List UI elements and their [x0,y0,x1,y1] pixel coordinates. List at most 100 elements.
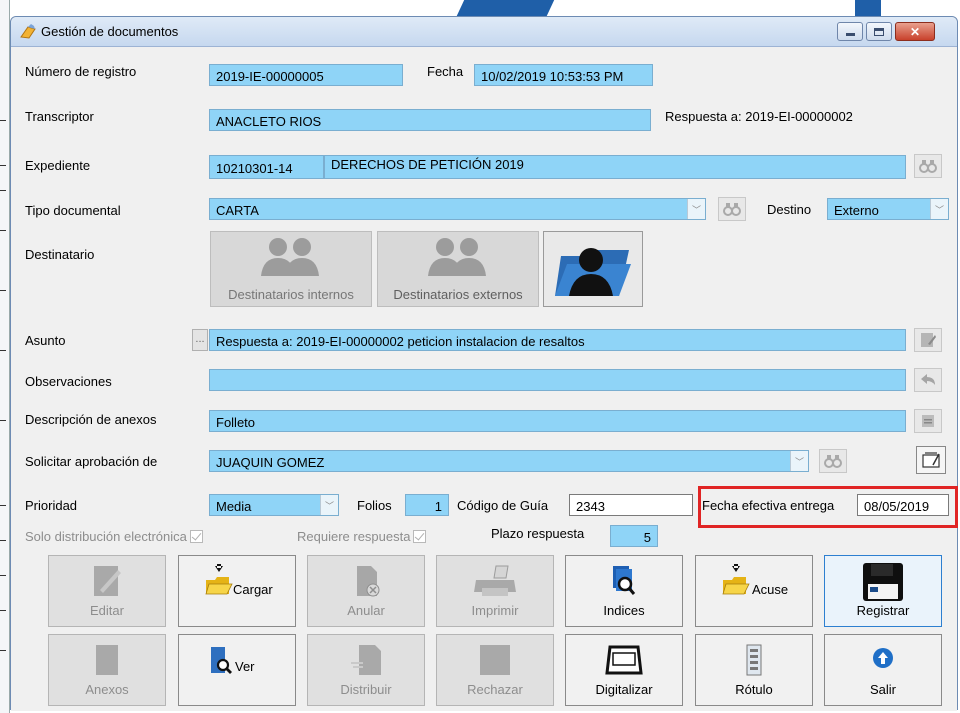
destinatarios-externos-button[interactable]: Destinatarios externos [377,231,539,307]
editar-label: Editar [90,603,124,618]
tipo-documental-search-button[interactable] [718,197,746,221]
binoculars-icon [824,455,842,468]
distribuir-button[interactable]: Distribuir [307,634,425,706]
prioridad-label: Prioridad [25,498,78,513]
void-document-icon [357,566,380,597]
users-icon [261,238,319,276]
close-icon: ✕ [909,24,921,39]
destinatarios-internos-label: Destinatarios internos [228,287,354,302]
rotulo-label: Rótulo [735,682,773,697]
highlight-box [698,486,958,528]
editar-button[interactable]: Editar [48,555,166,627]
form-content: Número de registro 2019-IE-00000005 Fech… [11,48,958,711]
transcriptor-field[interactable]: ANACLETO RIOS [209,109,651,131]
chevron-down-icon[interactable]: ﹀ [687,199,705,219]
solicitar-aprobacion-value: JUAQUIN GOMEZ [216,455,325,470]
attachments-icon [96,645,118,675]
chevron-down-icon[interactable]: ﹀ [930,199,948,219]
requiere-respuesta-checkbox[interactable]: Requiere respuesta [297,529,427,544]
undo-arrow-icon [921,374,935,385]
expediente-name-field[interactable]: DERECHOS DE PETICIÓN 2019 [324,155,906,179]
scanner-icon [605,645,643,675]
destino-label: Destino [767,202,812,217]
expediente-label: Expediente [25,158,91,173]
exit-info-icon [873,648,893,668]
observaciones-field[interactable] [209,369,906,391]
numero-registro-field[interactable]: 2019-IE-00000005 [209,64,403,86]
imprimir-label: Imprimir [471,603,519,618]
solo-distribucion-checkbox[interactable]: Solo distribución electrónica [25,529,203,544]
imprimir-button[interactable]: Imprimir [436,555,554,627]
cargar-button[interactable]: Cargar [178,555,296,627]
codigo-guia-field[interactable]: 2343 [569,494,693,516]
checkbox-icon [189,530,203,543]
maximize-button[interactable] [866,22,892,41]
tipo-documental-value: CARTA [216,203,259,218]
printer-icon [474,565,516,596]
observaciones-label: Observaciones [25,374,112,389]
plazo-respuesta-field[interactable]: 5 [610,525,658,547]
binoculars-icon [723,203,741,216]
asunto-edit-button[interactable] [914,328,942,352]
indices-button[interactable]: Indices [565,555,683,627]
chevron-down-icon[interactable]: ﹀ [320,495,338,515]
transcriptor-label: Transcriptor [25,109,94,124]
registrar-label: Registrar [856,603,910,618]
contact-folder-button[interactable] [543,231,643,307]
signature-button[interactable] [916,446,946,474]
destinatarios-externos-label: Destinatarios externos [393,287,523,302]
descripcion-anexos-button[interactable] [914,409,942,433]
prioridad-value: Media [216,499,252,514]
descripcion-anexos-field[interactable]: Folleto [209,410,906,432]
tipo-documental-select[interactable]: CARTA ﹀ [209,198,706,220]
signature-icon [922,452,940,468]
binoculars-icon [919,160,937,173]
expediente-code-field[interactable]: 10210301-14 [209,155,324,179]
contact-folder-icon [555,248,631,296]
prioridad-select[interactable]: Media ﹀ [209,494,339,516]
solicitar-aprobacion-select[interactable]: JUAQUIN GOMEZ ﹀ [209,450,809,472]
anexos-button[interactable]: Anexos [48,634,166,706]
aprobacion-search-button[interactable] [819,449,847,473]
rechazar-button[interactable]: Rechazar [436,634,554,706]
plazo-respuesta-label: Plazo respuesta [491,526,585,541]
codigo-guia-label: Código de Guía [457,498,549,513]
tipo-documental-label: Tipo documental [25,203,121,218]
title-bar[interactable]: Gestión de documentos ✕ [11,17,957,47]
salir-button[interactable]: Salir [824,634,942,706]
ver-button[interactable]: Ver [178,634,296,706]
minimize-icon [845,33,855,36]
destino-select[interactable]: Externo ﹀ [827,198,949,220]
destinatarios-internos-button[interactable]: Destinatarios internos [210,231,372,307]
label-icon [746,644,762,676]
acuse-button[interactable]: Acuse [695,555,813,627]
requiere-respuesta-label: Requiere respuesta [297,529,411,544]
anular-button[interactable]: Anular [307,555,425,627]
indices-label: Indices [603,603,645,618]
folios-field[interactable]: 1 [405,494,449,516]
digitalizar-label: Digitalizar [595,682,653,697]
checkbox-icon [413,530,427,543]
chevron-down-icon[interactable]: ﹀ [790,451,808,471]
fecha-field[interactable]: 10/02/2019 10:53:53 PM [474,64,653,86]
distribuir-label: Distribuir [340,682,392,697]
asunto-ellipsis-button[interactable]: ... [192,329,208,351]
observaciones-undo-button[interactable] [914,368,942,392]
acuse-label: Acuse [752,582,789,597]
rotulo-button[interactable]: Rótulo [695,634,813,706]
window-title: Gestión de documentos [41,24,179,39]
registrar-button[interactable]: Registrar [824,555,942,627]
digitalizar-button[interactable]: Digitalizar [565,634,683,706]
document-list-icon [922,415,934,427]
minimize-button[interactable] [837,22,863,41]
expediente-search-button[interactable] [914,154,942,178]
asunto-field[interactable]: Respuesta a: 2019-EI-00000002 peticion i… [209,329,906,351]
anexos-label: Anexos [85,682,129,697]
distribute-icon [351,645,381,675]
folios-label: Folios [357,498,392,513]
save-disk-icon [863,563,903,601]
asunto-label: Asunto [25,333,66,348]
close-button[interactable]: ✕ [895,22,935,41]
load-folder-icon [205,564,233,595]
acknowledge-folder-icon [722,564,750,595]
